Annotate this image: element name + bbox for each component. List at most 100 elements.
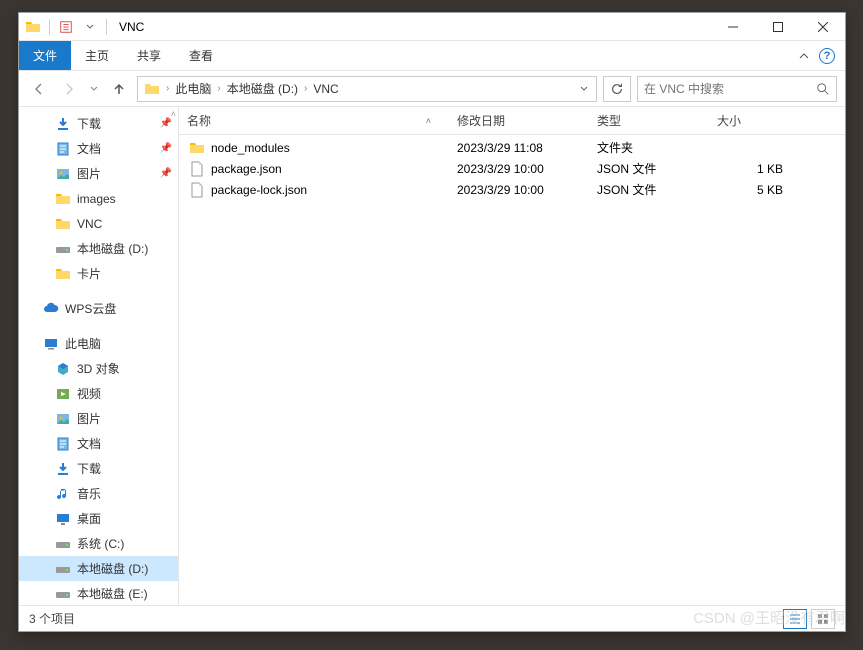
sidebar-pc-item[interactable]: 音乐 [19, 481, 178, 506]
sidebar-quick-item[interactable]: 文档📌 [19, 136, 178, 161]
3d-icon [55, 361, 71, 377]
sidebar: ˄ 下载📌文档📌图片📌imagesVNC本地磁盘 (D:)卡片 WPS云盘 此电… [19, 107, 179, 605]
file-list: node_modules 2023/3/29 11:08 文件夹 package… [179, 135, 845, 605]
sidebar-wps[interactable]: WPS云盘 [19, 296, 178, 321]
file-name: package.json [211, 162, 282, 176]
column-headers: 名称˄ 修改日期 类型 大小 [179, 107, 845, 135]
status-text: 3 个项目 [29, 610, 75, 627]
history-dropdown[interactable] [87, 77, 101, 101]
file-type: 文件夹 [589, 139, 709, 156]
pc-icon [43, 336, 59, 352]
file-date: 2023/3/29 10:00 [449, 162, 589, 176]
chevron-down-icon[interactable] [80, 17, 100, 37]
sidebar-quick-item[interactable]: 下载📌 [19, 111, 178, 136]
col-header-name[interactable]: 名称˄ [179, 112, 449, 129]
view-details-button[interactable] [783, 609, 807, 629]
qat-properties-icon[interactable] [56, 17, 76, 37]
sidebar-pc-item[interactable]: 下载 [19, 456, 178, 481]
video-icon [55, 386, 71, 402]
file-date: 2023/3/29 11:08 [449, 141, 589, 155]
chevron-right-icon[interactable]: › [215, 83, 222, 94]
address-dropdown[interactable] [574, 85, 594, 93]
crumb-drive[interactable]: 本地磁盘 (D:) [223, 80, 302, 97]
address-bar[interactable]: › 此电脑 › 本地磁盘 (D:) › VNC [137, 76, 597, 102]
statusbar: 3 个项目 [19, 605, 845, 631]
titlebar: VNC [19, 13, 845, 41]
sidebar-quick-item[interactable]: 卡片 [19, 261, 178, 286]
minimize-button[interactable] [710, 13, 755, 41]
tab-file[interactable]: 文件 [19, 41, 71, 70]
sidebar-pc-item[interactable]: 桌面 [19, 506, 178, 531]
file-name: package-lock.json [211, 183, 307, 197]
file-date: 2023/3/29 10:00 [449, 183, 589, 197]
file-icon [189, 182, 205, 198]
col-header-type[interactable]: 类型 [589, 112, 709, 129]
explorer-window: VNC 文件 主页 共享 查看 ? › 此电脑 › 本地磁盘 (D:) › V [18, 12, 846, 632]
window-title: VNC [119, 20, 144, 34]
picture-icon [55, 166, 71, 182]
ribbon-tabs: 文件 主页 共享 查看 ? [19, 41, 845, 71]
tab-share[interactable]: 共享 [123, 41, 175, 70]
nav-bar: › 此电脑 › 本地磁盘 (D:) › VNC [19, 71, 845, 107]
cloud-icon [43, 301, 59, 317]
forward-button[interactable] [57, 77, 81, 101]
crumb-folder[interactable]: VNC [309, 82, 342, 96]
drive-icon [55, 241, 71, 257]
sidebar-pc-item[interactable]: 系统 (C:) [19, 531, 178, 556]
folder-icon [55, 266, 71, 282]
tab-view[interactable]: 查看 [175, 41, 227, 70]
up-button[interactable] [107, 77, 131, 101]
picture-icon [55, 411, 71, 427]
pin-icon: 📌 [160, 118, 172, 129]
drive-icon [55, 536, 71, 552]
scroll-up-icon[interactable]: ˄ [171, 109, 176, 119]
file-size: 5 KB [709, 183, 799, 197]
col-header-size[interactable]: 大小 [709, 112, 799, 129]
chevron-right-icon[interactable]: › [164, 83, 171, 94]
search-icon[interactable] [816, 82, 830, 96]
file-row[interactable]: package.json 2023/3/29 10:00 JSON 文件 1 K… [179, 158, 845, 179]
search-box[interactable] [637, 76, 837, 102]
help-icon[interactable]: ? [819, 48, 835, 64]
close-button[interactable] [800, 13, 845, 41]
file-type: JSON 文件 [589, 181, 709, 198]
refresh-button[interactable] [603, 76, 631, 102]
folder-icon [55, 216, 71, 232]
ribbon-expand-icon[interactable] [799, 51, 809, 61]
document-icon [55, 141, 71, 157]
sidebar-quick-item[interactable]: VNC [19, 211, 178, 236]
maximize-button[interactable] [755, 13, 800, 41]
tab-home[interactable]: 主页 [71, 41, 123, 70]
file-type: JSON 文件 [589, 160, 709, 177]
sidebar-pc-item[interactable]: 文档 [19, 431, 178, 456]
desktop-icon [55, 511, 71, 527]
sidebar-pc-item[interactable]: 视频 [19, 381, 178, 406]
sidebar-pc-item[interactable]: 3D 对象 [19, 356, 178, 381]
sidebar-pc-item[interactable]: 图片 [19, 406, 178, 431]
chevron-right-icon[interactable]: › [302, 83, 309, 94]
drive-icon [55, 561, 71, 577]
back-button[interactable] [27, 77, 51, 101]
search-input[interactable] [644, 82, 816, 96]
file-name: node_modules [211, 141, 290, 155]
sidebar-quick-item[interactable]: images [19, 186, 178, 211]
document-icon [55, 436, 71, 452]
download-icon [55, 461, 71, 477]
view-icons-button[interactable] [811, 609, 835, 629]
sort-indicator-icon: ˄ [426, 116, 431, 126]
pin-icon: 📌 [160, 168, 172, 179]
download-icon [55, 116, 71, 132]
pin-icon: 📌 [160, 143, 172, 154]
sidebar-pc-item[interactable]: 本地磁盘 (D:) [19, 556, 178, 581]
drive-icon [55, 586, 71, 602]
crumb-thispc[interactable]: 此电脑 [171, 80, 215, 97]
music-icon [55, 486, 71, 502]
sidebar-quick-item[interactable]: 图片📌 [19, 161, 178, 186]
content-area: 名称˄ 修改日期 类型 大小 node_modules 2023/3/29 11… [179, 107, 845, 605]
file-row[interactable]: node_modules 2023/3/29 11:08 文件夹 [179, 137, 845, 158]
sidebar-quick-item[interactable]: 本地磁盘 (D:) [19, 236, 178, 261]
file-row[interactable]: package-lock.json 2023/3/29 10:00 JSON 文… [179, 179, 845, 200]
col-header-date[interactable]: 修改日期 [449, 112, 589, 129]
sidebar-pc-item[interactable]: 本地磁盘 (E:) [19, 581, 178, 605]
sidebar-thispc[interactable]: 此电脑 [19, 331, 178, 356]
